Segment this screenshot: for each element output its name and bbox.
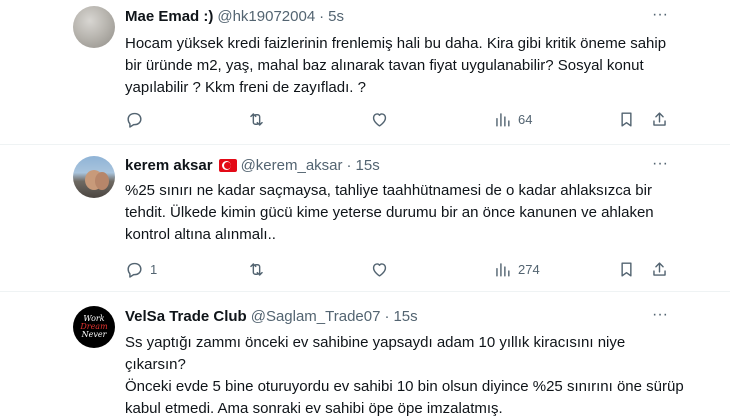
tweet-paragraph: Hocam yüksek kredi faizlerinin frenlemiş… <box>125 35 667 96</box>
retweet-button[interactable] <box>247 257 266 281</box>
bookmark-button[interactable] <box>617 107 636 131</box>
heart-icon <box>372 112 387 127</box>
separator-dot: · <box>346 156 352 174</box>
display-name[interactable]: kerem aksar <box>125 157 213 174</box>
timestamp[interactable]: 15s <box>393 308 417 325</box>
reply-count: 1 <box>150 261 158 277</box>
tweet-text: Ss yaptığı zammı önceki ev sahibine yaps… <box>125 332 685 420</box>
tweet-text: Hocam yüksek kredi faizlerinin frenlemiş… <box>125 33 685 99</box>
avatar-logo: Work Dream Never <box>80 315 107 339</box>
tweet[interactable]: kerem aksar @kerem_aksar · 15s ··· %25 s… <box>0 145 730 292</box>
views-count: 64 <box>518 111 533 127</box>
tweet-header: VelSa Trade Club @Saglam_Trade07 · 15s <box>125 306 418 326</box>
tweet-paragraph: Ss yaptığı zammı önceki ev sahibine yaps… <box>125 334 626 373</box>
tweet-text: %25 sınırı ne kadar saçmaysa, tahliye ta… <box>125 180 685 246</box>
user-handle[interactable]: @kerem_aksar <box>241 157 343 174</box>
reply-button[interactable]: 1 <box>125 257 157 281</box>
tweet-header: kerem aksar @kerem_aksar · 15s <box>125 155 380 175</box>
share-icon <box>653 261 666 276</box>
views-button[interactable]: 64 <box>493 107 532 131</box>
bookmark-icon <box>621 111 632 127</box>
tweet-header: Mae Emad :) @hk19072004 · 5s <box>125 6 344 26</box>
timestamp[interactable]: 5s <box>328 8 344 25</box>
user-handle[interactable]: @hk19072004 <box>217 8 315 25</box>
more-options-icon[interactable]: ··· <box>650 156 670 177</box>
tweet-paragraph: %25 sınırı ne kadar saçmaysa, tahliye ta… <box>125 182 654 243</box>
reply-icon <box>127 112 142 128</box>
views-button[interactable]: 274 <box>493 257 540 281</box>
tweet-paragraph: Önceki evde 5 bine oturuyordu ev sahibi … <box>125 378 684 417</box>
display-name[interactable]: VelSa Trade Club <box>125 308 247 325</box>
tweet[interactable]: Mae Emad :) @hk19072004 · 5s ··· Hocam y… <box>0 0 730 145</box>
tweet-actions: 64 <box>125 107 673 131</box>
analytics-icon <box>496 112 510 127</box>
logo-line: Never <box>81 330 107 339</box>
display-name[interactable]: Mae Emad :) <box>125 8 213 25</box>
bookmark-button[interactable] <box>617 257 636 281</box>
tweet[interactable]: Work Dream Never VelSa Trade Club @Sagla… <box>0 292 730 420</box>
share-button[interactable] <box>650 107 669 131</box>
avatar-face-shape <box>95 172 109 190</box>
retweet-icon <box>250 262 263 276</box>
retweet-button[interactable] <box>247 107 266 131</box>
views-count: 274 <box>518 261 540 277</box>
like-button[interactable] <box>370 107 389 131</box>
tweet-actions: 1 274 <box>125 257 673 281</box>
avatar[interactable] <box>73 156 115 198</box>
more-options-icon[interactable]: ··· <box>650 307 670 328</box>
turkey-flag-icon <box>218 158 237 172</box>
timestamp[interactable]: 15s <box>356 157 380 174</box>
user-handle[interactable]: @Saglam_Trade07 <box>251 308 381 325</box>
separator-dot: · <box>384 307 390 325</box>
analytics-icon <box>496 262 510 277</box>
bookmark-icon <box>621 261 632 277</box>
retweet-icon <box>250 112 263 126</box>
heart-icon <box>372 262 387 277</box>
reply-icon <box>127 262 142 278</box>
share-button[interactable] <box>650 257 669 281</box>
separator-dot: · <box>319 7 325 25</box>
like-button[interactable] <box>370 257 389 281</box>
reply-button[interactable] <box>125 107 144 131</box>
avatar[interactable] <box>73 6 115 48</box>
avatar[interactable]: Work Dream Never <box>73 306 115 348</box>
tweet-feed: Mae Emad :) @hk19072004 · 5s ··· Hocam y… <box>0 0 730 420</box>
more-options-icon[interactable]: ··· <box>650 7 670 28</box>
share-icon <box>653 111 666 126</box>
